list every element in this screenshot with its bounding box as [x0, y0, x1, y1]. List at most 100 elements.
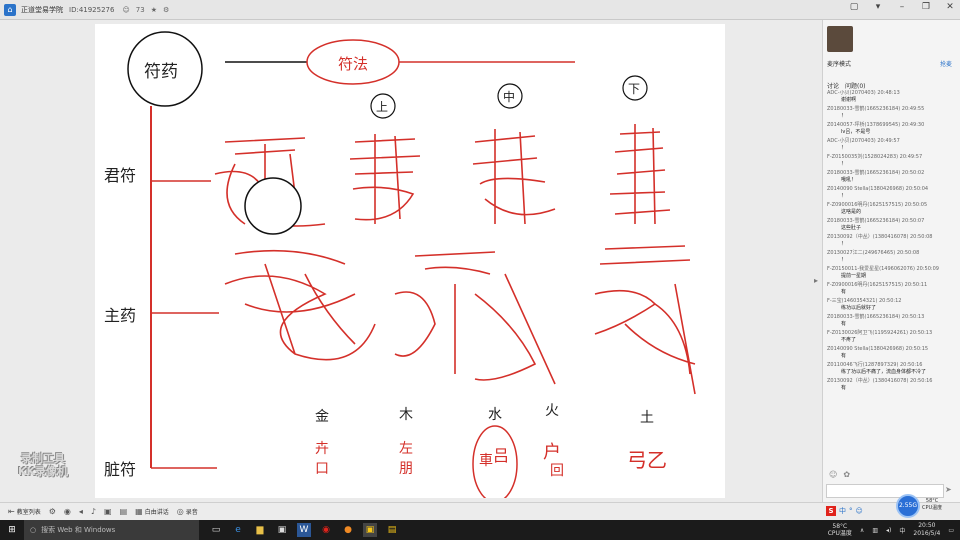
star-icon[interactable]: ★	[151, 6, 157, 14]
ime-chinese[interactable]: 中	[839, 506, 846, 516]
recorder-app-icon[interactable]: ▤	[385, 523, 399, 537]
free-talk-button[interactable]: ▦ 白由讲话	[135, 507, 169, 516]
screen-icon: ▤	[119, 507, 128, 516]
talisman-row-2	[224, 245, 696, 395]
row-label-junfu: 君符	[104, 166, 137, 185]
row-label-zhuyao: 主药	[104, 306, 137, 325]
chat-list[interactable]: ADC-小贝(2070403) 20:48:13 谢谢啊 Z0180033-雪鹤(1…	[827, 90, 957, 470]
settings-icon[interactable]: ⚙	[163, 6, 169, 14]
chat-message-header: Z0180033-雪鹤(1665236184) 20:50:07	[827, 218, 925, 224]
chat-message-body: ！	[841, 241, 847, 247]
main-area: 符药 符法 上 中 下 君符 主药 脏符 金 木 水 火 土 卉 口 左 朋 車…	[0, 20, 822, 502]
organ-huo-b: 回	[550, 463, 564, 479]
title-bar: ⌂ 正道堂易学院 ID:41925276 ☺ 73 ★ ⚙ ▢ ▾ – ❐ ✕	[0, 0, 960, 20]
minimize-button[interactable]: –	[896, 2, 908, 12]
record-button[interactable]: ◎ 录音	[177, 507, 198, 516]
task-view-icon[interactable]: ▭	[209, 523, 223, 537]
home-icon[interactable]: ⌂	[4, 3, 16, 16]
chat-message-body: 练了功以后不痛了，流血身体都不冷了	[841, 369, 927, 375]
system-tray: 58°C CPU温度 ∧ ▥ ◂) 中 20:50 2016/5/4 ▭	[828, 520, 954, 540]
tray-chevron-icon[interactable]: ∧	[860, 527, 864, 534]
tab-discussion[interactable]: 讨论	[827, 81, 839, 90]
skin-icon[interactable]: ▢	[848, 2, 860, 12]
notifications-icon[interactable]: ▭	[948, 527, 954, 534]
collapse-arrow-icon[interactable]: ▸	[814, 276, 818, 285]
organ-mu-a: 左	[399, 441, 413, 457]
chat-message-header: Z0140057-坪桥(1378699545) 20:49:30	[827, 122, 925, 128]
window-title: 正道堂易学院	[21, 5, 63, 14]
list-icon: ⇤	[8, 507, 15, 516]
gear-icon: ⚙	[48, 507, 56, 516]
organ-shui-b: 吕	[493, 446, 510, 465]
emoji-icon[interactable]: ☺	[829, 470, 837, 479]
classroom-list-button[interactable]: ⇤ 教室列表	[8, 507, 41, 516]
people-icon: ☺	[122, 5, 130, 14]
element-huo: 火	[545, 403, 559, 419]
element-shui: 水	[488, 407, 502, 423]
listener-count: 73	[135, 5, 145, 14]
grab-mic-link[interactable]: 抢麦	[940, 59, 952, 68]
channel-id: ID:41925276	[69, 5, 115, 14]
mic-button[interactable]: ◉	[64, 507, 71, 516]
screen-button[interactable]: ▤	[120, 507, 128, 516]
tab-questions[interactable]: 问题(0)	[845, 81, 866, 90]
windows-taskbar: ⊞ ○ 搜索 Web 和 Windows ▭ e ▆ ▣ W ◉ ● ▣ ▤	[0, 520, 960, 540]
record-icon: ◎	[176, 507, 184, 516]
cpu-temp-popup: 58°C CPU温度	[922, 498, 943, 511]
element-jin: 金	[315, 409, 329, 425]
chat-message-body: ！	[841, 161, 847, 167]
chat-message-body: 有	[841, 353, 847, 359]
restore-button[interactable]: ❐	[920, 2, 932, 12]
chat-message-body: ！	[841, 113, 847, 119]
bottom-toolbar: ⇤ 教室列表 ⚙ ◉ ◂ ♪ ▣ ▤ ▦ 白由讲话 ◎ 录音	[0, 502, 960, 520]
talk-icon: ▦	[135, 507, 143, 516]
chat-message-body: lv吕，不是号	[841, 129, 871, 135]
menu-icon[interactable]: ▾	[872, 2, 884, 12]
clock[interactable]: 20:50 2016/5/4	[913, 522, 940, 538]
yy-app-icon[interactable]: ▣	[363, 523, 377, 537]
chat-message-body: 有	[841, 385, 847, 391]
taskbar-search[interactable]: ○ 搜索 Web 和 Windows	[24, 520, 199, 540]
settings-button[interactable]: ⚙	[49, 507, 56, 516]
folder-icon[interactable]: ▆	[253, 523, 267, 537]
volume-tray-icon[interactable]: ◂)	[886, 527, 891, 534]
chat-input[interactable]	[826, 484, 944, 498]
windows-start-icon[interactable]: ⊞	[0, 525, 24, 535]
word-icon[interactable]: W	[297, 523, 311, 537]
video-button[interactable]: ▣	[104, 507, 112, 516]
tray-cpu-temp[interactable]: 58°C CPU温度	[828, 523, 852, 537]
organ-jin-a: 卉	[315, 441, 329, 457]
volume-button[interactable]: ♪	[91, 507, 96, 516]
organ-tu-a: 弓	[627, 448, 647, 472]
mic-icon: ◉	[63, 507, 71, 516]
organ-shui-a: 車	[479, 453, 493, 469]
element-mu: 木	[399, 407, 413, 423]
flower-icon[interactable]: ✿	[843, 470, 850, 479]
app-orange-icon[interactable]: ●	[341, 523, 355, 537]
chat-message-header: Z0180033-雪鹤(1665236184) 20:50:02	[827, 170, 925, 176]
store-icon[interactable]: ▣	[275, 523, 289, 537]
avatar[interactable]	[827, 26, 853, 52]
ime-tray-icon[interactable]: 中	[899, 526, 905, 535]
app-red-icon[interactable]: ◉	[319, 523, 333, 537]
organ-mu-b: 朋	[399, 461, 413, 477]
sogou-icon[interactable]: S	[826, 506, 836, 516]
chat-message-header: Z0130027江二(249676465) 20:50:08	[827, 250, 920, 256]
edge-icon[interactable]: e	[231, 523, 245, 537]
chat-message-body: 谢谢啊	[841, 97, 857, 103]
ime-emoji[interactable]: ☺	[856, 507, 863, 515]
network-icon[interactable]: ▥	[872, 527, 878, 534]
close-button[interactable]: ✕	[944, 2, 956, 12]
chat-message-header: Z0110046飞行(1287897329) 20:50:16	[827, 362, 923, 368]
chat-message-header: F-三宝(1460354321) 20:50:12	[827, 298, 902, 304]
label-fuyao: 符药	[144, 62, 178, 82]
ime-bar[interactable]: S 中 ° ☺	[826, 506, 863, 516]
whiteboard-slide: 符药 符法 上 中 下 君符 主药 脏符 金 木 水 火 土 卉 口 左 朋 車…	[95, 24, 725, 498]
send-icon[interactable]: ➤	[945, 485, 952, 494]
ime-punct[interactable]: °	[849, 507, 853, 515]
network-gauge[interactable]: 2.55G	[896, 494, 920, 518]
chat-message-body: ！	[841, 257, 847, 263]
element-tu: 土	[640, 410, 654, 426]
volume-icon: ♪	[90, 507, 96, 516]
speaker-button[interactable]: ◂	[79, 507, 83, 516]
